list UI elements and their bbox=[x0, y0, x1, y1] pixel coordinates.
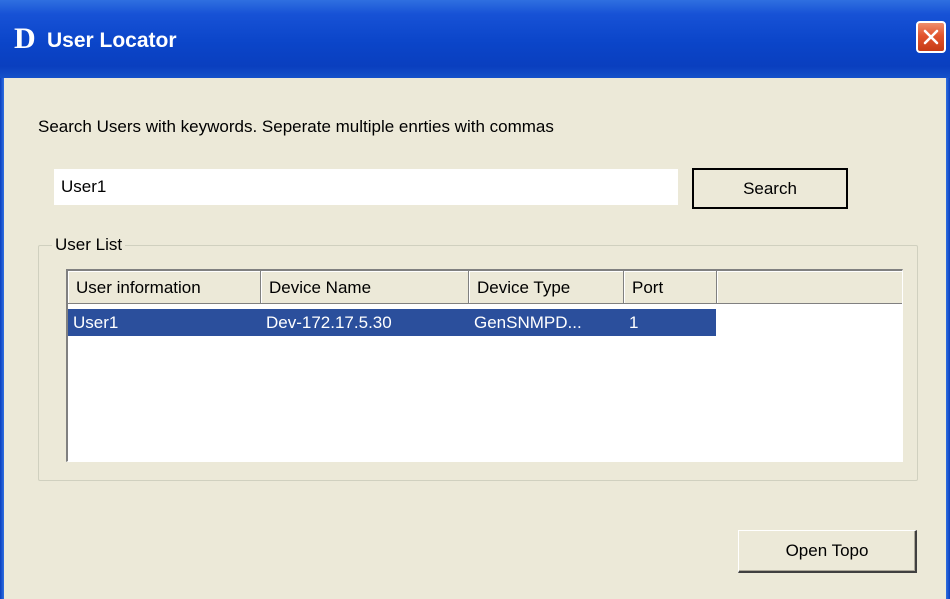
cell-port: 1 bbox=[629, 313, 639, 332]
close-icon bbox=[923, 29, 939, 45]
column-header-device-type[interactable]: Device Type bbox=[469, 271, 624, 304]
user-locator-dialog: D User Locator Search Users with keyword… bbox=[0, 0, 950, 599]
table-header: User information Device Name Device Type… bbox=[68, 271, 902, 304]
window-title: User Locator bbox=[47, 29, 177, 52]
window-border-right bbox=[946, 78, 950, 599]
search-button[interactable]: Search bbox=[692, 168, 848, 209]
table-row[interactable]: User1 Dev-172.17.5.30 GenSNMPD... 1 bbox=[68, 309, 716, 336]
title-bar[interactable]: D User Locator bbox=[0, 0, 950, 78]
search-instruction: Search Users with keywords. Seperate mul… bbox=[38, 117, 554, 136]
close-button[interactable] bbox=[916, 21, 946, 53]
column-header-device-name[interactable]: Device Name bbox=[261, 271, 469, 304]
window-border-left bbox=[0, 78, 4, 599]
column-header-user-information[interactable]: User information bbox=[68, 271, 261, 304]
open-topo-button[interactable]: Open Topo bbox=[738, 530, 917, 573]
app-logo: D bbox=[14, 22, 36, 55]
user-list-table[interactable]: User information Device Name Device Type… bbox=[66, 269, 903, 462]
search-input[interactable] bbox=[54, 169, 678, 205]
column-header-filler bbox=[717, 271, 902, 304]
cell-user-information: User1 bbox=[73, 313, 119, 332]
cell-device-type: GenSNMPD... bbox=[474, 313, 582, 332]
column-header-port[interactable]: Port bbox=[624, 271, 717, 304]
user-list-label: User List bbox=[52, 234, 126, 256]
cell-device-name: Dev-172.17.5.30 bbox=[266, 313, 392, 332]
